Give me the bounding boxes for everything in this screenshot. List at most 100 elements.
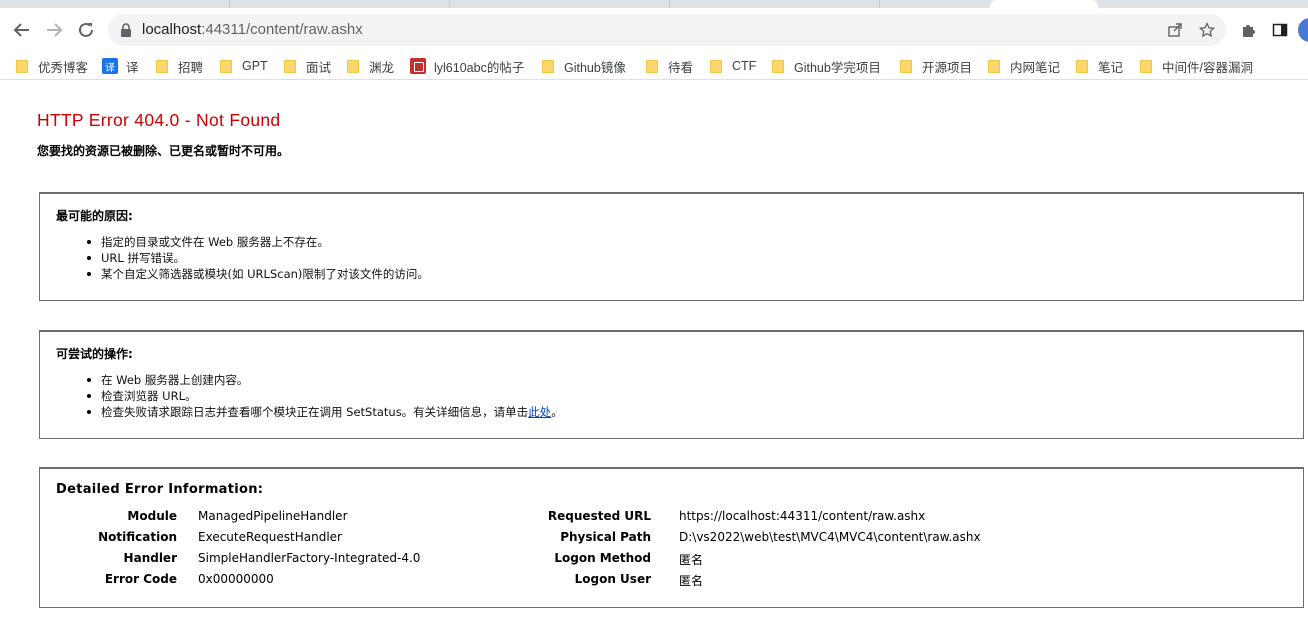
tab[interactable] [450,0,670,8]
browser-toolbar: localhost:44311/content/raw.ashx [0,8,1308,52]
share-icon [1168,23,1182,37]
bookmark-item[interactable]: 优秀博客 [16,57,88,75]
folder-icon [1140,59,1152,73]
bookmark-label: 待看 [668,60,694,75]
folder-icon [772,59,784,73]
folder-icon [347,59,359,73]
detail-value: ManagedPipelineHandler [198,509,348,523]
bookmark-item[interactable]: Github学完项目 [772,57,881,75]
bookmark-label: 优秀博客 [38,60,89,75]
bookmark-label: Github镜像 [564,60,626,75]
bookmark-label: CTF [732,59,757,73]
list-item: URL 拼写错误。 [87,250,429,266]
bookmark-label: Github学完项目 [794,60,881,75]
list-item: 指定的目录或文件在 Web 服务器上不存在。 [87,234,429,250]
arrow-right-icon [47,23,63,37]
bookmark-star-button[interactable] [1198,21,1216,39]
bookmark-label: GPT [242,59,268,73]
active-tab[interactable] [990,0,1098,8]
bookmark-item[interactable]: GPT [220,57,268,75]
list-item: 检查浏览器 URL。 [87,388,563,404]
detail-label: Handler [123,551,177,565]
list-item: 某个自定义筛选器或模块(如 URLScan)限制了对该文件的访问。 [87,267,429,281]
error-subtitle: 您要找的资源已被删除、已更名或暂时不可用。 [37,144,290,158]
bookmark-label: 开源项目 [922,60,973,75]
folder-icon [900,59,912,73]
bookmark-item[interactable]: 面试 [284,57,331,75]
bookmark-item[interactable]: 中间件/容器漏洞 [1140,57,1253,75]
tab-strip [0,0,1308,8]
arrow-left-icon [13,23,29,37]
causes-heading: 最可能的原因: [56,209,133,223]
detail-label: Error Code [104,572,177,586]
bookmark-label: 面试 [306,60,332,75]
translate-icon: 译 [102,58,118,74]
detail-value: SimpleHandlerFactory-Integrated-4.0 [198,551,421,565]
folder-icon [1076,59,1088,73]
bookmark-item[interactable]: CTF [710,57,756,75]
detail-label: Notification [98,530,177,544]
forward-button[interactable] [42,18,66,42]
address-bar[interactable]: localhost:44311/content/raw.ashx [108,14,1226,46]
tab[interactable] [230,0,450,8]
here-link[interactable]: 此处 [528,405,551,419]
detail-label: Logon Method [554,551,651,565]
url-path: :44311/content/raw.ashx [201,21,363,38]
bookmark-label: 招聘 [178,60,204,75]
bookmark-item[interactable]: lyl610abc的帖子 [410,57,524,75]
detail-value: https://localhost:44311/content/raw.ashx [679,509,926,523]
details-box: Detailed Error Information: Module Manag… [39,467,1304,608]
bookmark-item[interactable]: 笔记 [1076,57,1123,75]
actions-heading: 可尝试的操作: [56,347,133,361]
bookmarks-bar: 优秀博客 译译 招聘 GPT 面试 渊龙 lyl610abc的帖子 Github… [0,52,1308,80]
share-button[interactable] [1166,21,1184,39]
site-favicon-icon [410,58,426,74]
detail-label: Physical Path [560,530,651,544]
causes-list: 指定的目录或文件在 Web 服务器上不存在。 URL 拼写错误。 某个自定义筛选… [87,234,429,282]
bookmark-label: 内网笔记 [1010,60,1061,75]
bookmark-item[interactable]: Github镜像 [542,57,626,75]
actions-list: 在 Web 服务器上创建内容。 检查浏览器 URL。 检查失败请求跟踪日志并查看… [87,372,563,420]
tab[interactable] [670,0,880,8]
bookmark-item[interactable]: 待看 [646,57,693,75]
side-panel-button[interactable] [1270,20,1290,40]
bookmark-item[interactable]: 开源项目 [900,57,972,75]
puzzle-icon [1243,25,1255,37]
list-item: 在 Web 服务器上创建内容。 [87,372,563,388]
detail-label: Logon User [574,572,651,586]
url-text[interactable]: localhost:44311/content/raw.ashx [142,21,363,38]
bookmark-item[interactable]: 内网笔记 [988,57,1060,75]
folder-icon [156,59,168,73]
list-item-text: 检查失败请求跟踪日志并查看哪个模块正在调用 SetStatus。有关详细信息，请… [101,405,529,419]
detail-value: 匿名 [679,553,704,567]
profile-avatar[interactable] [1298,18,1308,42]
detail-value: 匿名 [679,574,704,588]
detail-label: Module [127,509,177,523]
bookmark-item[interactable]: 招聘 [156,57,203,75]
extensions-button[interactable] [1238,20,1258,40]
bookmark-label: 中间件/容器漏洞 [1162,60,1253,75]
detail-value: ExecuteRequestHandler [198,530,342,544]
reload-button[interactable] [74,18,98,42]
url-host: localhost [142,21,202,38]
folder-icon [542,59,554,73]
bookmark-label: 笔记 [1098,60,1124,75]
causes-box: 最可能的原因: 指定的目录或文件在 Web 服务器上不存在。 URL 拼写错误。… [39,192,1304,301]
bookmark-item[interactable]: 译译 [102,57,139,75]
detail-value: D:\vs2022\web\test\MVC4\MVC4\content\raw… [679,530,981,544]
back-button[interactable] [10,18,34,42]
star-icon [1199,22,1215,38]
bookmark-label: lyl610abc的帖子 [434,60,525,75]
bookmark-label: 渊龙 [369,60,395,75]
bookmark-item[interactable]: 渊龙 [347,57,394,75]
folder-icon [16,59,28,73]
tab[interactable] [0,0,230,8]
details-heading: Detailed Error Information: [56,482,264,497]
lock-icon[interactable] [120,23,132,37]
side-panel-icon [1272,23,1288,37]
folder-icon [646,59,658,73]
folder-icon [220,59,232,73]
folder-icon [988,59,1000,73]
detail-value: 0x00000000 [198,572,274,586]
bookmark-label: 译 [126,60,139,75]
